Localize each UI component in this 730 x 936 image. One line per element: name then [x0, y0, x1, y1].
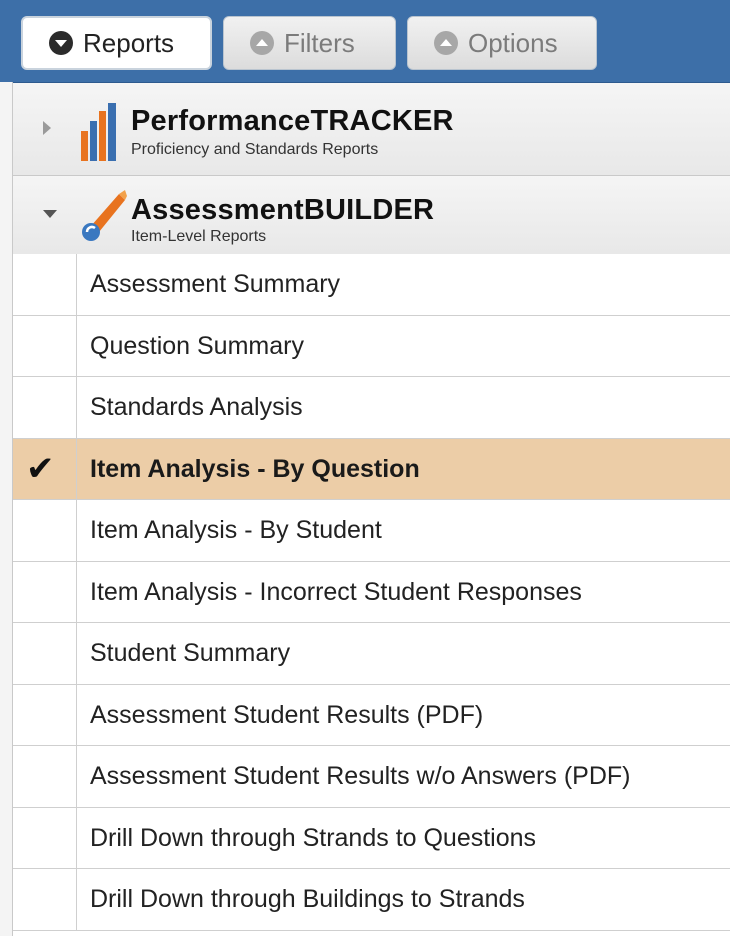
report-label: Drill Down through Strands to Questions: [90, 823, 537, 852]
bar-chart-icon: [81, 103, 116, 161]
chevron-down-circle-icon: [49, 31, 73, 55]
tab-filters[interactable]: Filters: [223, 16, 396, 70]
report-label: Item Analysis - By Student: [90, 516, 382, 544]
report-list-item[interactable]: Assessment Student Results w/o Answers (…: [13, 746, 730, 808]
report-list-item[interactable]: Question Summary: [13, 315, 730, 377]
report-label: Assessment Student Results (PDF): [90, 700, 484, 729]
tab-options-label: Options: [468, 27, 558, 58]
section-assessmentbuilder[interactable]: AssessmentBUILDER Item-Level Reports: [13, 176, 730, 255]
report-list-item[interactable]: ✔ Item Analysis - By Question: [13, 438, 730, 500]
checkmark-icon: ✔: [26, 449, 55, 488]
section-title: PerformanceTRACKER: [131, 105, 454, 137]
report-tab-bar: Reports Filters Options: [0, 0, 730, 83]
check-cell: [13, 807, 77, 868]
check-cell: [13, 623, 77, 684]
check-cell: [13, 315, 77, 376]
report-list-item[interactable]: Drill Down through Buildings to Strands: [13, 869, 730, 931]
tab-reports-label: Reports: [83, 27, 175, 58]
report-list-item[interactable]: Student Summary: [13, 623, 730, 685]
section-subtitle: Item-Level Reports: [131, 228, 267, 245]
report-label: Item Analysis - Incorrect Student Respon…: [90, 577, 582, 606]
report-list-item[interactable]: Item Analysis - By Student: [13, 500, 730, 562]
tab-filters-label: Filters: [284, 27, 355, 58]
check-cell: [13, 377, 77, 438]
check-cell: [13, 561, 77, 622]
report-list-item[interactable]: Assessment Summary: [13, 254, 730, 316]
report-label: Drill Down through Buildings to Strands: [90, 885, 525, 913]
report-list-item[interactable]: Drill Down through Strands to Questions: [13, 807, 730, 869]
section-title: AssessmentBUILDER: [131, 194, 435, 226]
chevron-up-circle-icon: [434, 31, 458, 55]
report-label: Item Analysis - By Question: [90, 454, 420, 483]
expand-arrow-icon[interactable]: [43, 121, 51, 135]
tab-options[interactable]: Options: [407, 16, 597, 70]
report-label: Assessment Student Results w/o Answers (…: [90, 762, 631, 790]
report-list-item[interactable]: Standards Analysis: [13, 377, 730, 439]
report-label: Question Summary: [90, 331, 304, 360]
report-label: Standards Analysis: [90, 393, 303, 421]
report-label: Assessment Summary: [90, 270, 341, 298]
left-edge-border: [0, 82, 13, 936]
report-label: Student Summary: [90, 639, 291, 667]
section-subtitle: Proficiency and Standards Reports: [131, 141, 379, 158]
report-list: Assessment Summary Question Summary Standa…: [13, 254, 730, 931]
chevron-up-circle-icon: [250, 31, 274, 55]
collapse-arrow-icon[interactable]: [43, 210, 57, 218]
paintbrush-icon: [82, 190, 127, 241]
section-performancetracker[interactable]: PerformanceTRACKER Proficiency and Stand…: [13, 83, 730, 176]
check-cell: ✔: [13, 438, 77, 499]
check-cell: [13, 684, 77, 745]
tab-reports[interactable]: Reports: [21, 16, 212, 70]
report-list-item[interactable]: Item Analysis - Incorrect Student Respon…: [13, 561, 730, 623]
check-cell: [13, 254, 77, 315]
check-cell: [13, 869, 77, 930]
check-cell: [13, 500, 77, 561]
report-list-item[interactable]: Assessment Student Results (PDF): [13, 684, 730, 746]
check-cell: [13, 746, 77, 807]
